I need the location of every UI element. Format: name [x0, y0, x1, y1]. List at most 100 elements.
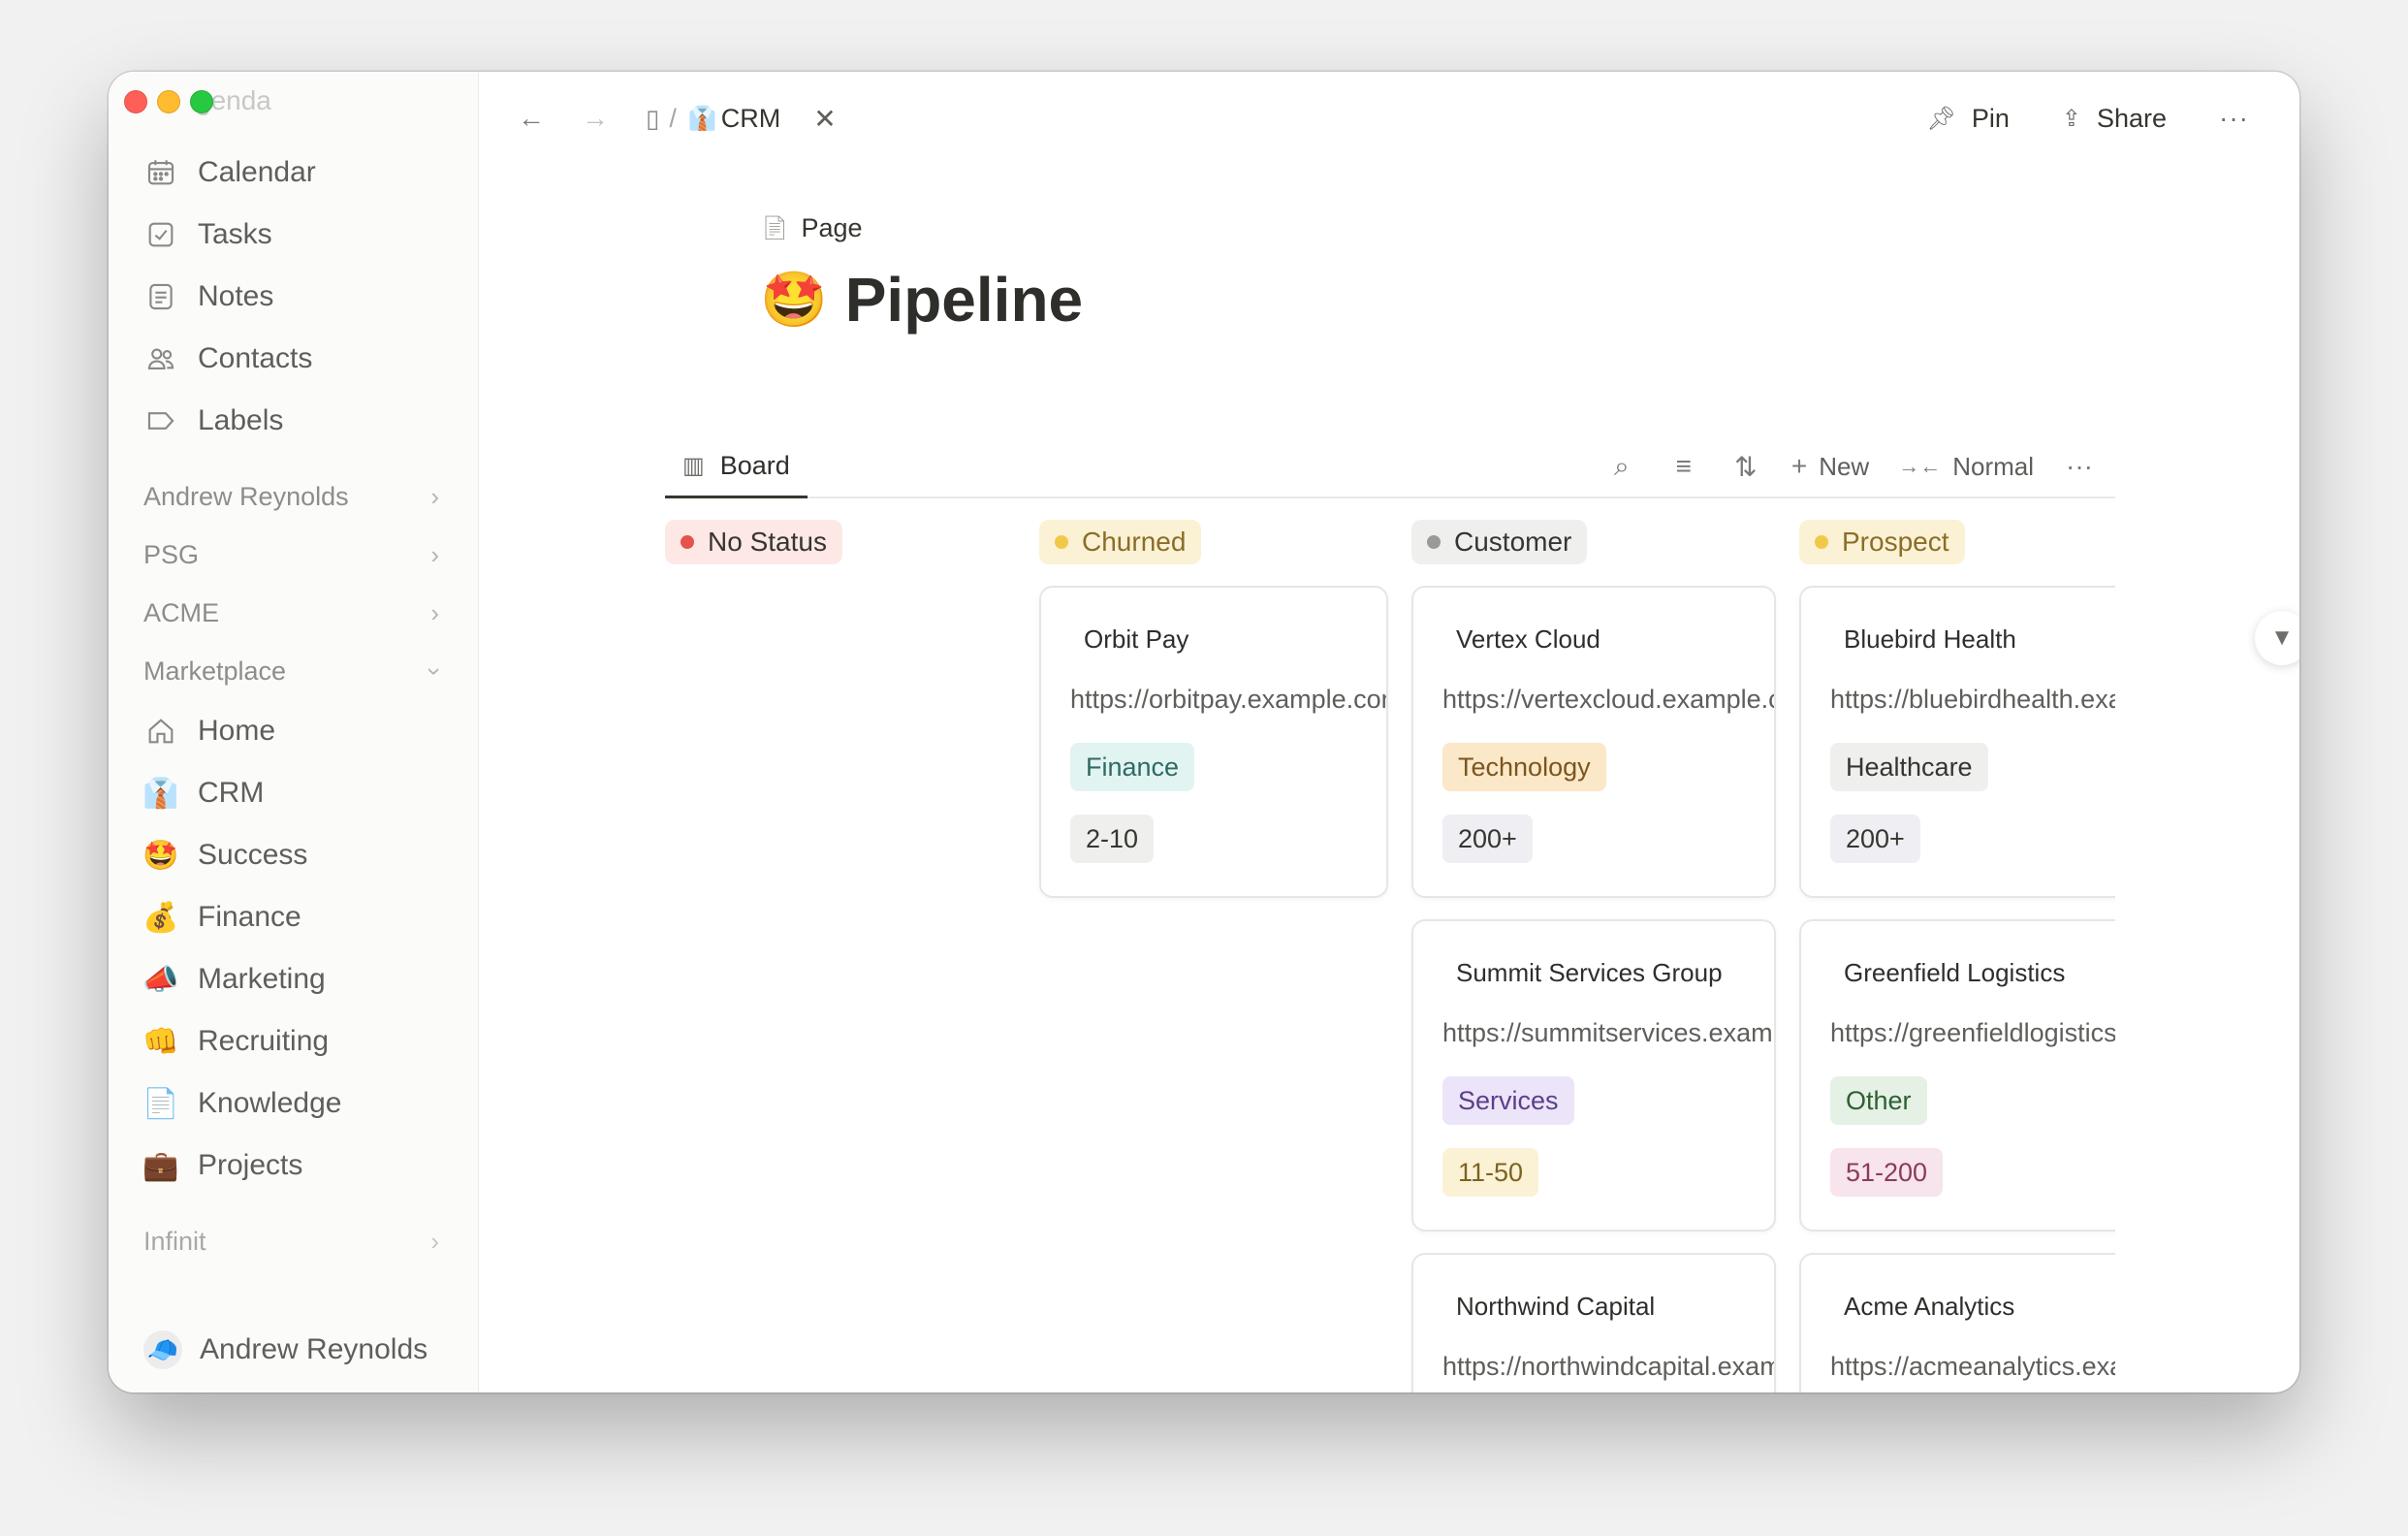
column-label: No Status: [708, 527, 827, 557]
column-header[interactable]: Customer: [1411, 520, 1588, 564]
zoom-window-button[interactable]: [190, 90, 213, 113]
card-url[interactable]: https://greenfieldlogistics.example.com: [1830, 1018, 2115, 1048]
card-url[interactable]: https://summitservices.example.com: [1442, 1018, 1774, 1048]
home-icon: [143, 714, 178, 749]
user-name: Andrew Reynolds: [200, 1333, 428, 1365]
back-arrow-icon[interactable]: ←: [518, 103, 545, 134]
card-name: Greenfield Logistics: [1844, 958, 2066, 987]
page-title[interactable]: 🤩 Pipeline: [760, 264, 1083, 336]
tab-board[interactable]: ▥ Board: [665, 436, 808, 498]
board-card[interactable]: Greenfield Logistics https://greenfieldl…: [1799, 919, 2115, 1232]
board-card[interactable]: Acme Analytics https://acmeanalytics.exa…: [1799, 1253, 2115, 1392]
close-window-button[interactable]: [124, 90, 147, 113]
sidebar-section-psg[interactable]: PSG ›: [109, 526, 478, 584]
sidebar-item-crm[interactable]: 👔 CRM: [109, 762, 478, 824]
sidebar-item-notes[interactable]: Notes: [109, 266, 478, 328]
more-options-icon[interactable]: ···: [2063, 451, 2096, 482]
industry-tag: Healthcare: [1830, 743, 1988, 791]
checkbox-icon: [143, 217, 178, 252]
share-button[interactable]: ⇪ Share: [2062, 104, 2167, 134]
more-options-icon[interactable]: ···: [2219, 103, 2249, 134]
sidebar-section-infinit[interactable]: Infinit ›: [109, 1212, 478, 1270]
status-dot: [1427, 535, 1441, 549]
sidebar-item-label: Labels: [198, 404, 284, 436]
sidebar-item-contacts[interactable]: Contacts: [109, 328, 478, 390]
column-header[interactable]: No Status: [665, 520, 842, 564]
sidebar-item-knowledge[interactable]: 📄 Knowledge: [109, 1072, 478, 1135]
card-url[interactable]: https://northwindcapital.example.com: [1442, 1352, 1774, 1382]
sidebar-user[interactable]: 🧢 Andrew Reynolds: [143, 1330, 428, 1369]
building-icon[interactable]: ▯: [646, 104, 659, 134]
breadcrumb: ▯ / 👔 CRM: [646, 104, 780, 134]
industry-tag: Technology: [1442, 743, 1606, 791]
size-tag: 200+: [1442, 815, 1533, 863]
star-struck-emoji-icon[interactable]: 🤩: [760, 268, 828, 332]
board-column-prospect: Prospect Bluebird Health https://bluebir…: [1799, 520, 2115, 1392]
contacts-icon: [143, 341, 178, 376]
size-tag: 200+: [1830, 815, 1920, 863]
sidebar-item-success[interactable]: 🤩 Success: [109, 824, 478, 886]
sidebar-item-finance[interactable]: 💰 Finance: [109, 886, 478, 948]
sidebar-item-calendar[interactable]: Calendar: [109, 142, 478, 204]
sidebar-item-marketing[interactable]: 📣 Marketing: [109, 948, 478, 1010]
note-icon: [143, 279, 178, 314]
sidebar-item-projects[interactable]: 💼 Projects: [109, 1135, 478, 1197]
board-column-no-status: No Status: [665, 520, 1014, 564]
card-name: Vertex Cloud: [1456, 624, 1600, 654]
sidebar-item-label: Tasks: [198, 218, 272, 250]
board-card[interactable]: Summit Services Group https://summitserv…: [1411, 919, 1776, 1232]
board-card[interactable]: Bluebird Health https://bluebirdhealth.e…: [1799, 586, 2115, 898]
app-window: genda Calendar Tasks Notes Contacts Labe…: [109, 72, 2299, 1392]
sort-icon[interactable]: ⇅: [1729, 451, 1762, 483]
page-emoji-icon: 📄: [143, 1087, 179, 1120]
size-tag: 51-200: [1830, 1148, 1944, 1197]
board-card[interactable]: Vertex Cloud https://vertexcloud.example…: [1411, 586, 1776, 898]
new-label: New: [1819, 451, 1870, 481]
label-icon: [143, 403, 178, 438]
search-icon[interactable]: ⌕: [1605, 451, 1638, 483]
density-button[interactable]: →← Normal: [1898, 452, 2034, 482]
card-url[interactable]: https://acmeanalytics.example.com: [1830, 1352, 2115, 1382]
page-title-text[interactable]: Pipeline: [845, 264, 1083, 336]
chevron-right-icon: ›: [430, 539, 439, 569]
industry-tag: Finance: [1070, 743, 1195, 791]
card-name: Orbit Pay: [1084, 624, 1189, 654]
sidebar-item-labels[interactable]: Labels: [109, 390, 478, 452]
board-card[interactable]: Orbit Pay https://orbitpay.example.com F…: [1039, 586, 1388, 898]
star-struck-emoji-icon: 🤩: [143, 839, 179, 872]
sidebar-section-andrew-reynolds[interactable]: Andrew Reynolds ›: [109, 467, 478, 526]
close-icon[interactable]: ✕: [813, 103, 836, 135]
sidebar-section-acme[interactable]: ACME ›: [109, 584, 478, 642]
sidebar-item-home[interactable]: Home: [109, 700, 478, 762]
board-column-customer: Customer Vertex Cloud https://vertexclou…: [1411, 520, 1776, 1392]
pin-button[interactable]: 📌︎ Pin: [1926, 104, 2010, 134]
crm-emoji-icon: 👔: [687, 105, 717, 132]
forward-arrow-icon[interactable]: →: [582, 103, 609, 134]
card-url[interactable]: https://orbitpay.example.com: [1070, 685, 1386, 715]
column-header[interactable]: Prospect: [1799, 520, 1965, 564]
sidebar-section-label: Marketplace: [143, 656, 287, 686]
sidebar-section-marketplace[interactable]: Marketplace ›: [109, 642, 478, 700]
sidebar-item-label: Contacts: [198, 342, 313, 374]
filter-icon[interactable]: ≡: [1667, 451, 1700, 482]
new-button[interactable]: + New: [1791, 451, 1869, 482]
sidebar-item-tasks[interactable]: Tasks: [109, 204, 478, 266]
card-url[interactable]: https://vertexcloud.example.com: [1442, 685, 1774, 715]
sidebar-section-label: Andrew Reynolds: [143, 481, 349, 511]
breadcrumb-crm[interactable]: CRM: [721, 104, 781, 134]
avatar: 🧢: [143, 1330, 182, 1369]
sidebar-item-recruiting[interactable]: 👊 Recruiting: [109, 1010, 478, 1072]
tab-board-label: Board: [719, 451, 790, 480]
minimize-window-button[interactable]: [157, 90, 180, 113]
size-tag: 11-50: [1442, 1148, 1539, 1197]
card-url[interactable]: https://bluebirdhealth.example.com: [1830, 685, 2115, 715]
column-label: Customer: [1454, 527, 1572, 557]
pin-icon: 📌︎: [1926, 105, 1956, 132]
briefcase-emoji-icon: 💼: [143, 1149, 179, 1182]
sidebar: genda Calendar Tasks Notes Contacts Labe…: [109, 72, 479, 1392]
chevron-down-icon: ›: [421, 666, 451, 676]
column-header[interactable]: Churned: [1039, 520, 1202, 564]
scroll-right-chevron-icon[interactable]: ▼: [2255, 611, 2299, 665]
industry-tag: Other: [1830, 1076, 1927, 1125]
board-card[interactable]: Northwind Capital https://northwindcapit…: [1411, 1253, 1776, 1392]
